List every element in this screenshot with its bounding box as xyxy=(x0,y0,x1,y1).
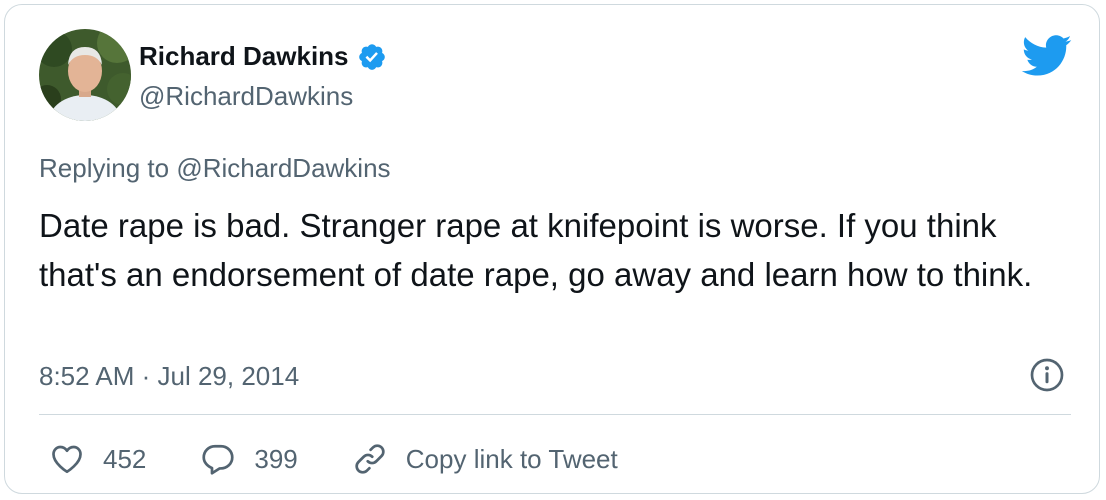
author-name[interactable]: Richard Dawkins xyxy=(139,41,349,72)
replying-to-prefix: Replying to xyxy=(39,153,170,183)
tweet-card[interactable]: Richard Dawkins @RichardDawkins Replying… xyxy=(4,4,1100,494)
avatar[interactable] xyxy=(39,29,131,121)
author-name-row: Richard Dawkins xyxy=(139,41,387,72)
copy-link-label: Copy link to Tweet xyxy=(405,443,618,474)
like-count: 452 xyxy=(103,443,147,474)
twitter-bird-icon[interactable] xyxy=(1021,35,1073,77)
like-button[interactable]: 452 xyxy=(49,441,146,477)
reply-bubble-icon xyxy=(202,444,234,475)
tweet-timestamp[interactable]: 8:52 AM · Jul 29, 2014 xyxy=(39,361,299,392)
tweet-text: Date rape is bad. Stranger rape at knife… xyxy=(39,207,1033,293)
reply-button[interactable]: 399 xyxy=(200,441,298,477)
copy-link-button[interactable]: Copy link to Tweet xyxy=(352,441,618,477)
info-icon[interactable] xyxy=(1029,357,1065,393)
verified-badge-icon xyxy=(358,43,385,70)
link-icon xyxy=(355,444,385,474)
author-handle[interactable]: @RichardDawkins xyxy=(139,81,353,112)
tweet-actions: 452 399 Copy link to Tweet xyxy=(49,441,672,477)
heart-icon xyxy=(52,445,82,474)
divider xyxy=(39,414,1071,415)
replying-to-mention[interactable]: @RichardDawkins xyxy=(176,153,390,183)
replying-to-line: Replying to @RichardDawkins xyxy=(39,153,391,184)
reply-count: 399 xyxy=(254,443,298,474)
